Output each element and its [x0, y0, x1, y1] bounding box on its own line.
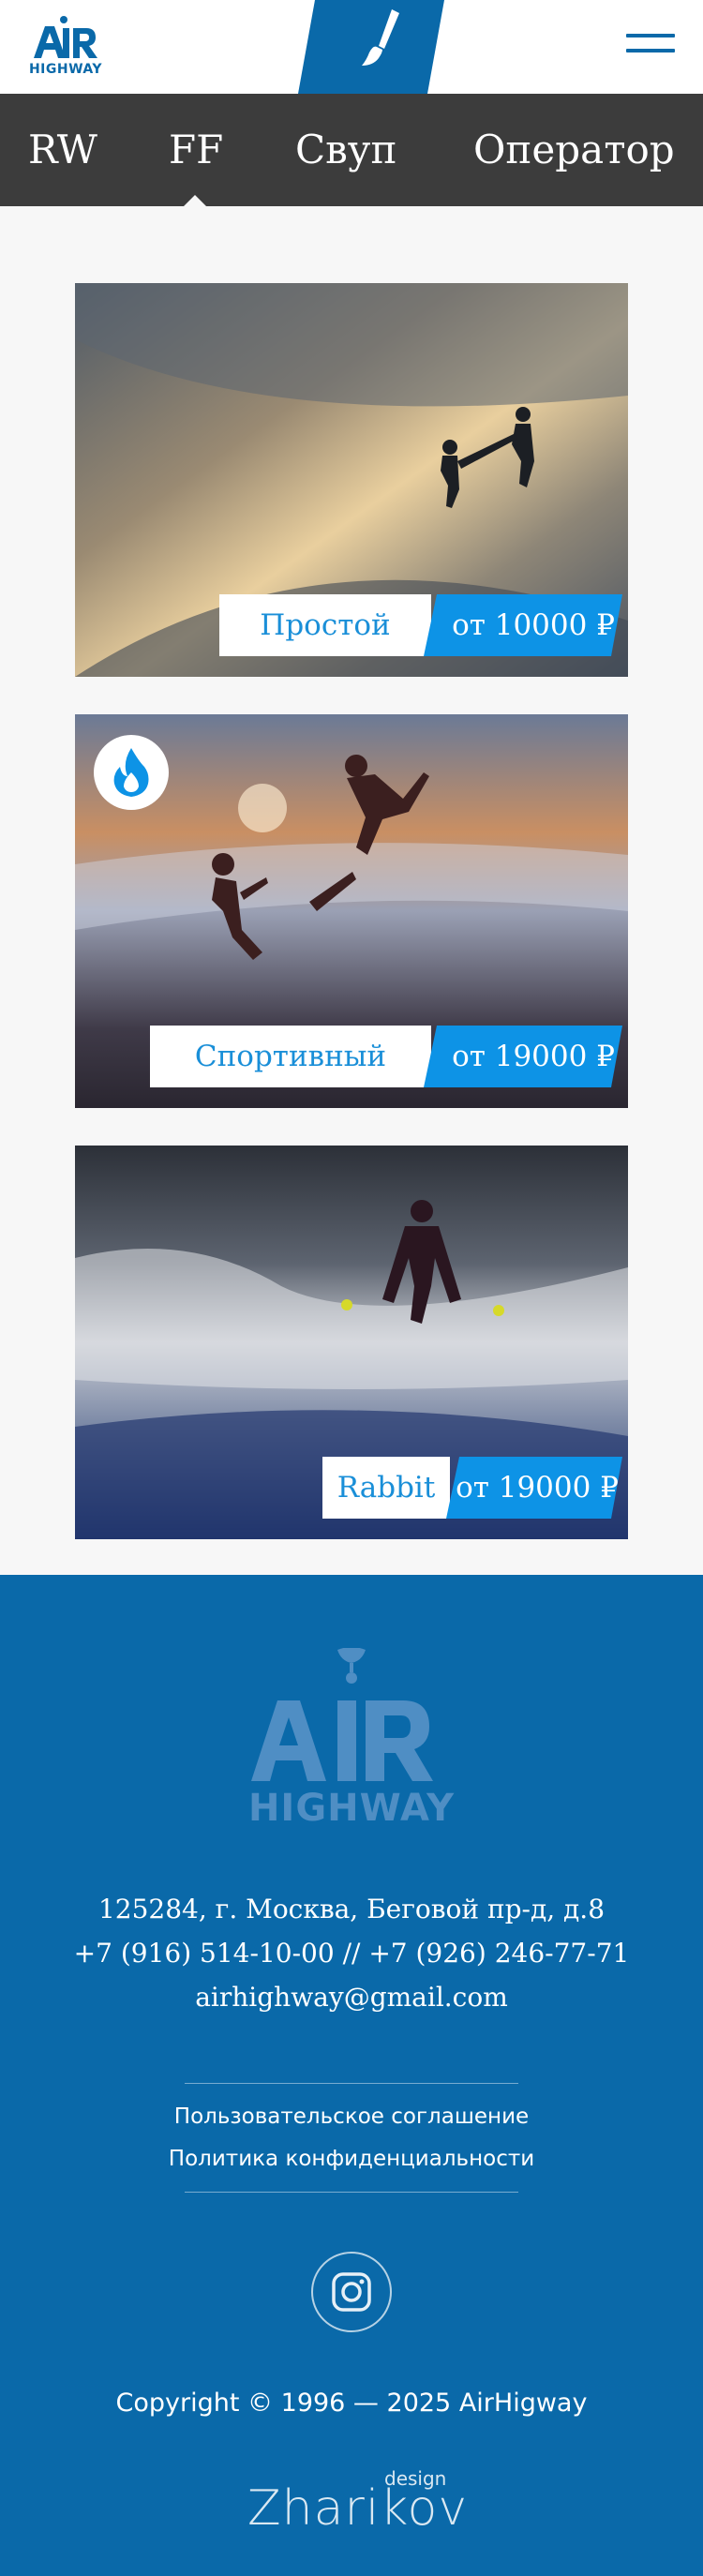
card-name: Rabbit	[322, 1457, 450, 1519]
designer-name: Zharikov	[247, 2480, 469, 2537]
fire-icon	[94, 735, 169, 810]
brush-tab[interactable]	[298, 0, 448, 94]
footer-logo: HIGHWAY	[246, 1647, 457, 1832]
card-simple[interactable]: Простой от 10000 ₽	[75, 283, 628, 677]
card-sport[interactable]: Спортивный от 19000 ₽	[75, 714, 628, 1108]
tab-operator[interactable]: Оператор	[473, 124, 675, 176]
instagram-icon[interactable]	[311, 2252, 392, 2332]
tab-svup[interactable]: Свуп	[295, 124, 397, 176]
price-tag: от 10000 ₽	[424, 594, 637, 656]
logo-mark-icon	[34, 16, 97, 58]
category-tabs: RW FF Свуп Оператор	[0, 94, 703, 206]
site-header: HIGHWAY	[0, 0, 703, 94]
copyright: Copyright © 1996 — 2025 AirHigway	[115, 2389, 588, 2418]
footer-logo-text: HIGHWAY	[247, 1787, 456, 1830]
site-footer: HIGHWAY 125284, г. Москва, Беговой пр-д,…	[0, 1575, 703, 2576]
phone-numbers[interactable]: +7 (916) 514-10-00 // +7 (926) 246-77-71	[0, 1938, 703, 1969]
card-name: Простой	[219, 594, 431, 656]
user-agreement-link[interactable]: Пользовательское соглашение	[0, 2104, 703, 2129]
price-tag: от 19000 ₽	[446, 1457, 660, 1519]
hamburger-menu-icon[interactable]	[626, 34, 675, 60]
card-price: от 19000 ₽	[456, 1471, 619, 1505]
card-name: Спортивный	[150, 1026, 431, 1087]
divider	[185, 2083, 518, 2084]
active-tab-indicator	[184, 195, 206, 206]
privacy-policy-link[interactable]: Политика конфиденциальности	[0, 2147, 703, 2171]
divider	[185, 2192, 518, 2193]
card-rabbit[interactable]: Rabbit от 19000 ₽	[75, 1146, 628, 1539]
card-price: от 10000 ₽	[452, 608, 615, 642]
price-tag: от 19000 ₽	[424, 1026, 637, 1087]
logo-text: HIGHWAY	[28, 62, 103, 77]
tab-rw[interactable]: RW	[28, 124, 97, 176]
card-price: от 19000 ₽	[452, 1040, 615, 1073]
designer-credit[interactable]: design Zharikov	[247, 2467, 467, 2537]
address: 125284, г. Москва, Беговой пр-д, д.8	[97, 1894, 606, 1925]
tab-ff[interactable]: FF	[169, 124, 223, 176]
email-link[interactable]: airhighway@gmail.com	[0, 1982, 703, 2013]
air-highway-logo[interactable]: HIGHWAY	[28, 13, 103, 81]
